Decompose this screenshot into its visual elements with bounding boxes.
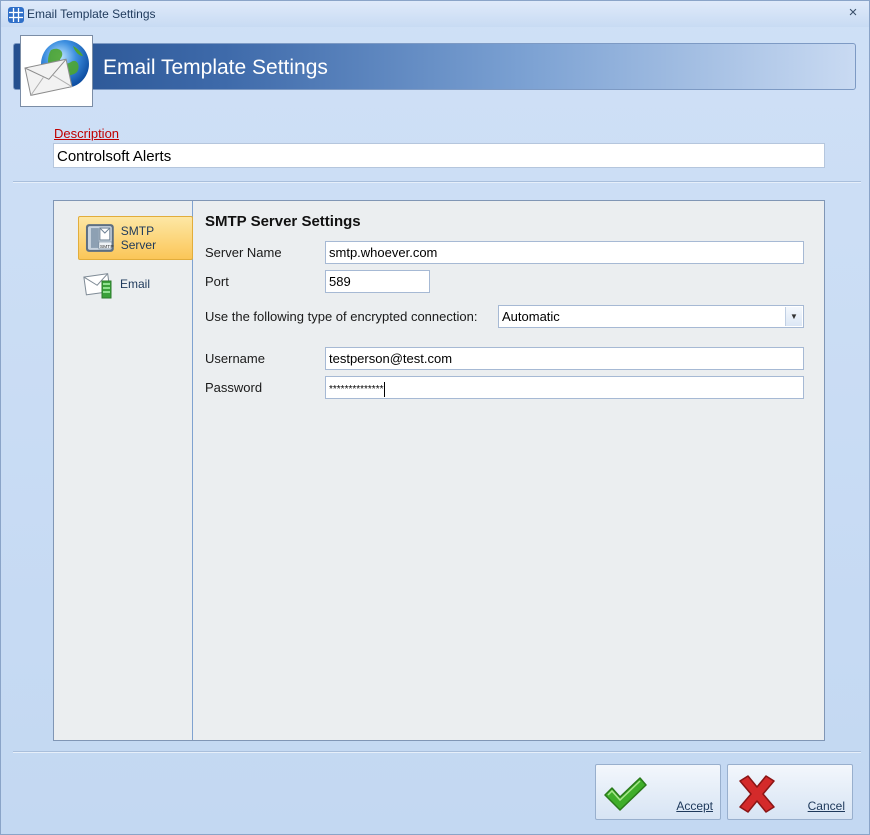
email-icon	[83, 273, 112, 299]
description-input[interactable]: Controlsoft Alerts	[53, 143, 825, 168]
server-name-input[interactable]: smtp.whoever.com	[325, 241, 804, 264]
port-input[interactable]: 589	[325, 270, 430, 293]
accept-label: Accept	[676, 799, 713, 813]
description-label: Description	[54, 126, 120, 141]
smtp-server-icon: SMTP	[85, 224, 114, 252]
text-caret	[384, 382, 386, 397]
app-grid-icon	[8, 7, 24, 23]
server-name-label: Server Name	[205, 245, 282, 260]
settings-panel: SMTP SMTP Server Email SMTP Server Setti…	[53, 200, 825, 741]
encryption-label: Use the following type of encrypted conn…	[205, 309, 478, 324]
cancel-button[interactable]: Cancel	[727, 764, 853, 820]
accept-button[interactable]: Accept	[595, 764, 721, 820]
port-label: Port	[205, 274, 229, 289]
divider	[13, 751, 861, 753]
nav-item-label: Email	[120, 277, 151, 291]
globe-mail-icon	[20, 35, 93, 107]
divider	[13, 181, 861, 183]
section-title: SMTP Server Settings	[205, 213, 361, 230]
encryption-select[interactable]: Automatic ▼	[498, 305, 804, 328]
cancel-label: Cancel	[807, 799, 845, 813]
chevron-down-icon[interactable]: ▼	[785, 307, 802, 326]
window-title: Email Template Settings	[27, 7, 156, 21]
password-label: Password	[205, 380, 263, 395]
nav-item-smtp-server[interactable]: SMTP SMTP Server	[78, 216, 193, 260]
close-icon[interactable]: ×	[845, 4, 861, 22]
password-masked-value: **************	[329, 384, 384, 396]
banner-title: Email Template Settings	[103, 56, 328, 79]
cancel-x-icon	[739, 775, 775, 813]
smtp-settings-content: SMTP Server Settings Server Name smtp.wh…	[194, 201, 824, 740]
header-banner: Email Template Settings	[13, 43, 856, 90]
username-input[interactable]: testperson@test.com	[325, 347, 804, 370]
email-template-settings-window: Email Template Settings × Email Template…	[0, 0, 870, 835]
password-input[interactable]: **************	[325, 376, 804, 399]
checkmark-icon	[604, 777, 647, 811]
svg-text:SMTP: SMTP	[100, 244, 114, 250]
username-label: Username	[205, 351, 265, 366]
nav-item-label: SMTP Server	[120, 224, 157, 252]
title-bar: Email Template Settings ×	[1, 1, 869, 27]
encryption-selected-value: Automatic	[502, 309, 560, 324]
nav-item-email[interactable]: Email	[78, 262, 193, 306]
settings-nav: SMTP SMTP Server Email	[54, 201, 193, 740]
